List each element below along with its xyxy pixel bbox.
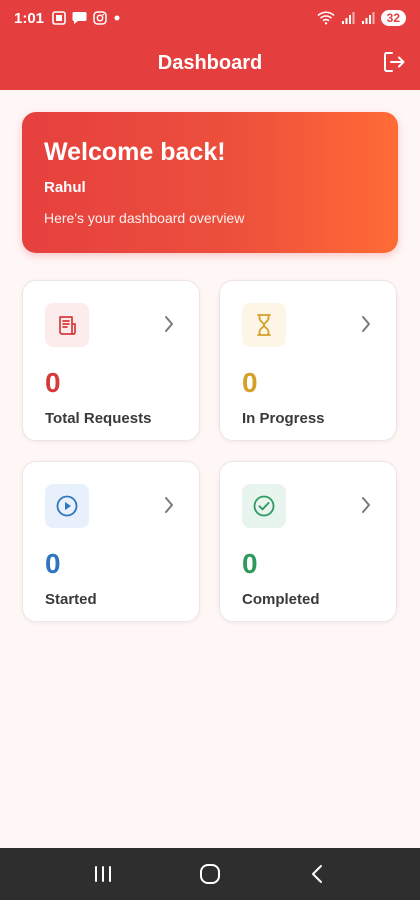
app-bar: Dashboard	[0, 36, 420, 90]
logout-icon	[384, 52, 405, 72]
stat-icon-box	[45, 484, 89, 528]
started-card[interactable]: 0 Started	[22, 461, 200, 622]
started-value: 0	[45, 548, 61, 579]
stat-icon-box	[242, 484, 286, 528]
home-button[interactable]	[190, 854, 230, 894]
total-requests-value: 0	[45, 367, 61, 398]
recent-apps-button[interactable]	[83, 854, 123, 894]
started-label: Started	[45, 591, 97, 608]
status-bar: 1:01 32	[0, 0, 420, 36]
screenshot-icon	[52, 11, 66, 25]
receipt-icon	[59, 316, 76, 335]
stat-icon-box	[242, 303, 286, 347]
completed-value: 0	[242, 548, 258, 579]
chevron-right-icon	[362, 497, 370, 513]
dot-icon	[114, 15, 120, 21]
recent-apps-icon	[95, 866, 112, 882]
wifi-icon	[317, 11, 335, 25]
in-progress-card[interactable]: 0 In Progress	[219, 280, 397, 441]
total-requests-label: Total Requests	[45, 410, 152, 427]
check-circle-icon	[253, 495, 275, 517]
battery-indicator: 32	[380, 10, 406, 26]
completed-card[interactable]: 0 Completed	[219, 461, 397, 622]
completed-label: Completed	[242, 591, 320, 608]
signal-icon	[341, 12, 355, 24]
chevron-right-icon	[165, 497, 173, 513]
page-title: Dashboard	[157, 51, 263, 74]
back-icon	[311, 865, 322, 883]
play-circle-icon	[56, 495, 78, 517]
hourglass-icon	[257, 314, 271, 336]
back-button[interactable]	[297, 854, 337, 894]
logout-button[interactable]	[380, 48, 408, 76]
user-name: Rahul	[44, 179, 86, 196]
in-progress-label: In Progress	[242, 410, 325, 427]
chevron-right-icon	[165, 316, 173, 332]
status-time: 1:01	[14, 9, 45, 27]
welcome-card: Welcome back! Rahul Here's your dashboar…	[22, 112, 398, 253]
chevron-right-icon	[362, 316, 370, 332]
stat-icon-box	[45, 303, 89, 347]
welcome-title: Welcome back!	[44, 138, 226, 166]
instagram-icon	[93, 11, 107, 25]
home-icon	[199, 864, 220, 884]
message-icon	[72, 12, 87, 24]
signal-icon	[361, 12, 375, 24]
system-nav-bar	[0, 848, 420, 900]
total-requests-card[interactable]: 0 Total Requests	[22, 280, 200, 441]
in-progress-value: 0	[242, 367, 258, 398]
welcome-subtitle: Here's your dashboard overview	[44, 210, 245, 226]
